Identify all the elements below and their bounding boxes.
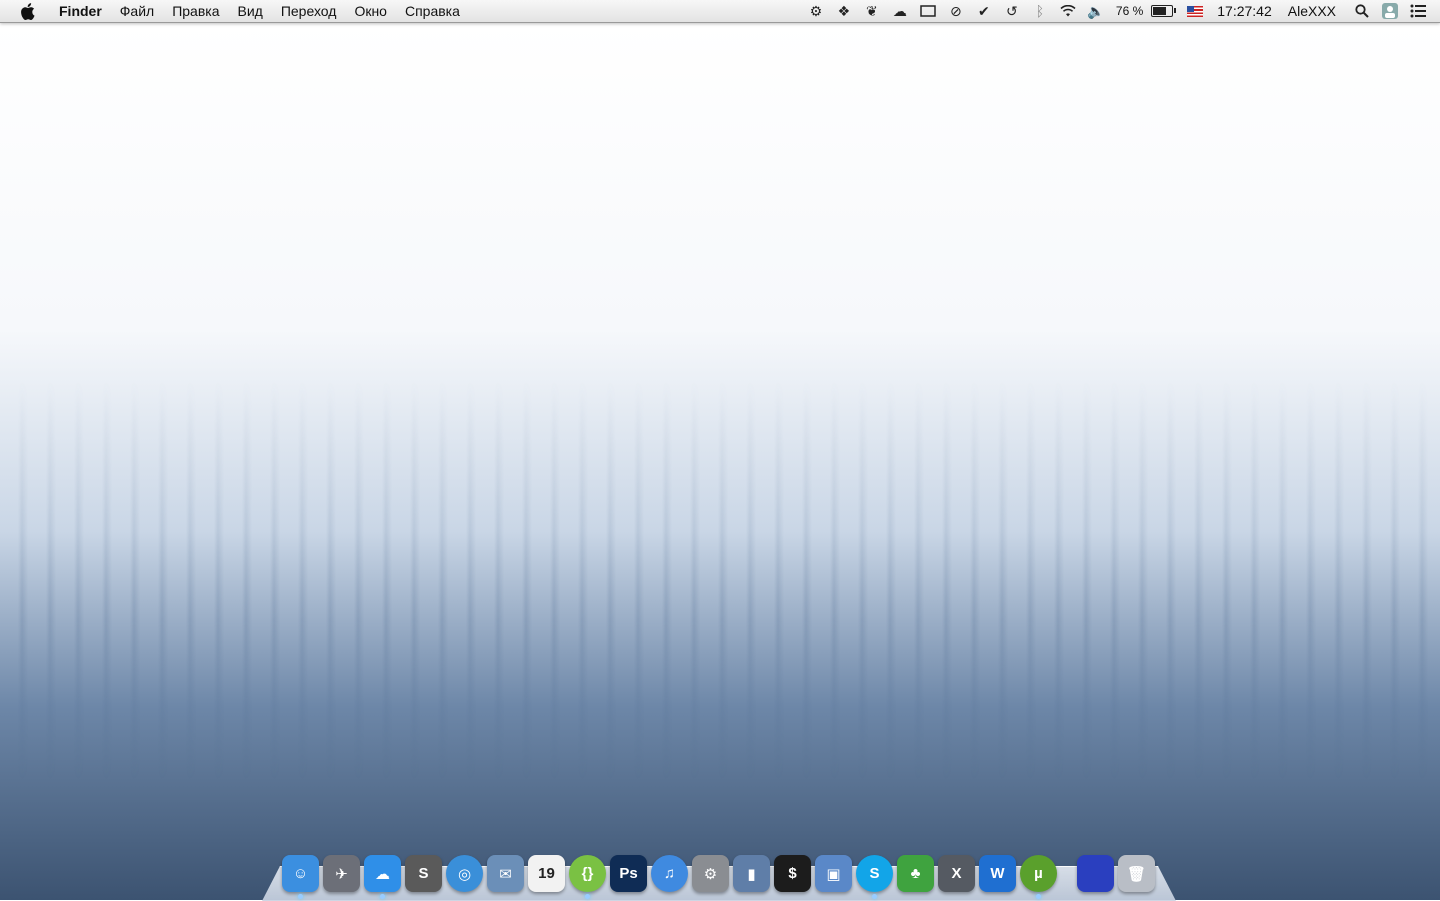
dock-icon-activity-monitor[interactable]: ▮ — [733, 855, 770, 892]
menu-window[interactable]: Окно — [345, 0, 396, 22]
bluetooth-icon[interactable]: ᛒ — [1032, 3, 1048, 19]
menu-file[interactable]: Файл — [111, 0, 163, 22]
gear-icon[interactable]: ⚙ — [808, 3, 824, 19]
dock-icon-safari[interactable]: ◎ — [446, 855, 483, 892]
dock-icon-cloud-app[interactable]: ☁ — [364, 855, 401, 899]
dock-icon-brackets[interactable]: {} — [569, 855, 606, 899]
dock-icon-sublime-text[interactable]: S — [405, 855, 442, 892]
notification-center-icon[interactable] — [1410, 3, 1426, 19]
menu-bar: Finder Файл Правка Вид Переход Окно Спра… — [0, 0, 1440, 23]
dock-icon-trash[interactable]: 🗑 — [1118, 855, 1155, 892]
us-flag-icon[interactable] — [1187, 3, 1204, 19]
dock-icon-system-preferences[interactable]: ⚙ — [692, 855, 729, 892]
wallpaper-texture — [0, 380, 1440, 780]
dock-icon-mail[interactable]: ✉ — [487, 855, 524, 892]
dock-icon-itunes[interactable]: ♫ — [651, 855, 688, 892]
display-icon[interactable] — [920, 3, 936, 19]
dock-icon-word[interactable]: W — [979, 855, 1016, 892]
wifi-icon[interactable] — [1060, 3, 1076, 19]
battery-percent[interactable]: 76 % — [1116, 4, 1143, 18]
status-area: ⚙ ❖ ❦ ☁ ⊘ ✔ ↺ ᛒ 🔈 76 % 17:27:42 AleXXX — [802, 0, 1440, 22]
volume-icon[interactable]: 🔈 — [1087, 3, 1104, 19]
time-machine-icon[interactable]: ↺ — [1004, 3, 1020, 19]
evernote-icon[interactable]: ❦ — [864, 3, 880, 19]
dock-icon-desktop-folder[interactable] — [1077, 855, 1114, 892]
menu-view[interactable]: Вид — [229, 0, 272, 22]
apple-menu-icon[interactable] — [18, 2, 36, 20]
dock-icon-utorrent[interactable]: µ — [1020, 855, 1057, 899]
dock-icon-remote-desktop[interactable]: ▣ — [815, 855, 852, 892]
dock-icon-calendar[interactable]: 19 — [528, 855, 565, 892]
checkmark-icon[interactable]: ✔ — [976, 3, 992, 19]
dock-icon-photoshop[interactable]: Ps — [610, 855, 647, 892]
dock: ☺ ✈ ☁ S ◎ ✉ 19{} Ps ♫ ⚙ ▮ $ ▣ S ♣ X Wµ 🗑 — [282, 848, 1155, 899]
menubar-clock[interactable]: 17:27:42 — [1217, 3, 1272, 19]
menu-go[interactable]: Переход — [272, 0, 346, 22]
spotlight-icon[interactable] — [1354, 3, 1370, 19]
dock-icon-terminal[interactable]: $ — [774, 855, 811, 892]
menu-help[interactable]: Справка — [396, 0, 469, 22]
dock-icon-launchpad[interactable]: ✈ — [323, 855, 360, 892]
menu-edit[interactable]: Правка — [163, 0, 228, 22]
dock-icon-xcode[interactable]: X — [938, 855, 975, 892]
menu-app-finder[interactable]: Finder — [50, 0, 111, 22]
menubar-user[interactable]: AleXXX — [1288, 3, 1336, 19]
dropbox-icon[interactable]: ❖ — [836, 3, 852, 19]
user-avatar-icon[interactable] — [1382, 3, 1398, 19]
dock-icon-finder[interactable]: ☺ — [282, 855, 319, 899]
dock-icon-skype[interactable]: S — [856, 855, 893, 899]
dock-icon-adium[interactable]: ♣ — [897, 855, 934, 892]
battery-icon[interactable] — [1151, 5, 1177, 17]
cloud-app-icon[interactable]: ☁ — [892, 3, 908, 19]
do-not-disturb-icon[interactable]: ⊘ — [948, 3, 964, 19]
